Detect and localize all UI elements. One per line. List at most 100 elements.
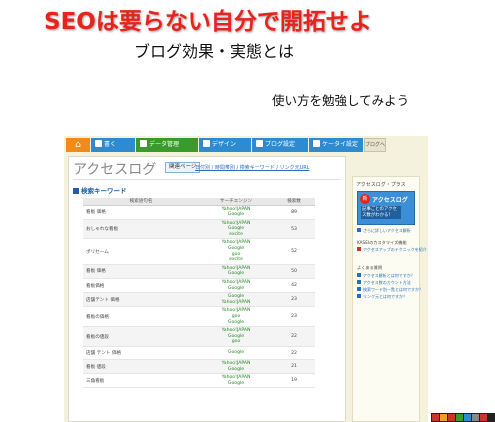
- faq-link[interactable]: リンク元とは何ですか？: [357, 294, 407, 300]
- engine-cell: Google: [199, 346, 273, 361]
- count-cell: 50: [273, 264, 315, 280]
- keyword-table: 検索語句名 サーチエンジン 検索数 看板 価格 Yahoo!JAPAN Googl…: [83, 198, 315, 389]
- engine-cell: Yahoo!JAPAN goo Google: [199, 306, 273, 328]
- keyword-cell: おしゃれな看板: [83, 219, 199, 240]
- side-panel: アクセスログ・プラス 新 アクセスログ 記事ごとのアクセス数がわかる！ さらに詳…: [352, 176, 427, 422]
- column-header: 検索語句名: [83, 198, 199, 206]
- app-icon[interactable]: [472, 414, 479, 421]
- avatar[interactable]: ブログへ: [364, 138, 386, 152]
- arrow-icon: [357, 247, 361, 251]
- engine-cell: Yahoo!JAPAN Google excite: [199, 219, 273, 240]
- customize-heading: KASEIのカスタマイズ機能: [357, 240, 407, 245]
- promo-link[interactable]: さらに詳しいアクセス解析: [357, 228, 411, 234]
- keyword-cell: 三角看板: [83, 373, 199, 389]
- app-icon[interactable]: [448, 414, 455, 421]
- arrow-icon: [357, 287, 361, 291]
- page-title: アクセスログ: [73, 162, 157, 178]
- nav-design-button[interactable]: デザイン: [199, 138, 251, 152]
- promo-body: 記事ごとのアクセス数がわかる！: [361, 206, 401, 219]
- section-heading: 検索キーワード: [73, 185, 127, 195]
- keyword-cell: 店舗 テント 価格: [83, 346, 199, 361]
- square-icon: [73, 188, 79, 194]
- table-row: 看板 値段 Yahoo!JAPAN Google 21: [83, 359, 315, 375]
- count-cell: 23: [273, 306, 315, 328]
- access-log-panel: アクセスログ 関連ページ 日付別 / 時間帯別 / 検索キーワード / リンク元…: [68, 156, 346, 422]
- engine-cell: Yahoo!JAPAN Google goo excite: [199, 238, 273, 265]
- faq-link[interactable]: アクセス数のカウント方法: [357, 280, 411, 286]
- phone-icon: [313, 140, 320, 147]
- keyword-cell: ポリセーム: [83, 238, 199, 265]
- column-header: 検索数: [273, 198, 315, 206]
- new-badge: 新: [360, 194, 370, 204]
- pencil-icon: [95, 140, 102, 147]
- table-row: 看板の値段 Yahoo!JAPAN Google goo 22: [83, 326, 315, 348]
- faq-heading: よくある質問: [357, 265, 383, 270]
- keyword-cell: 看板 価格: [83, 205, 199, 220]
- blog-admin-screenshot: ⌂ 書く データ管理 デザイン ブログ設定 ケータイ設定 ブログへ アクセスログ…: [64, 136, 428, 422]
- folder-icon: [140, 140, 147, 147]
- admin-navbar: ⌂ 書く データ管理 デザイン ブログ設定 ケータイ設定 ブログへ: [66, 138, 426, 152]
- keyword-cell: 看板価格: [83, 278, 199, 294]
- headline: SEOは要らない自分で開拓せよ: [44, 9, 372, 35]
- app-icon[interactable]: [440, 414, 447, 421]
- app-icon[interactable]: [464, 414, 471, 421]
- breadcrumb[interactable]: 日付別 / 時間帯別 / 検索キーワード / リンク元URL: [195, 164, 310, 171]
- arrow-icon: [357, 228, 361, 232]
- table-row: 店舗 テント 価格 Google 22: [83, 346, 315, 361]
- nav-blog-settings-button[interactable]: ブログ設定: [252, 138, 308, 152]
- engine-cell: Yahoo!JAPAN Google: [199, 278, 273, 294]
- engine-cell: Google Yahoo!JAPAN: [199, 292, 273, 308]
- side-title: アクセスログ・プラス: [356, 182, 406, 188]
- engine-cell: Yahoo!JAPAN Google: [199, 264, 273, 280]
- table-row: 看板 価格 Yahoo!JAPAN Google 89: [83, 205, 315, 220]
- tagline: 使い方を勉強してみよう: [272, 93, 410, 108]
- app-icon[interactable]: [456, 414, 463, 421]
- count-cell: 53: [273, 219, 315, 240]
- count-cell: 22: [273, 346, 315, 361]
- engine-cell: Yahoo!JAPAN Google: [199, 359, 273, 375]
- engine-cell: Yahoo!JAPAN Google goo: [199, 326, 273, 348]
- count-cell: 23: [273, 292, 315, 308]
- column-header: サーチエンジン: [199, 198, 273, 206]
- arrow-icon: [357, 294, 361, 298]
- table-row: 看板価格 Yahoo!JAPAN Google 42: [83, 278, 315, 294]
- nav-write-button[interactable]: 書く: [91, 138, 135, 152]
- app-icon[interactable]: [432, 414, 439, 421]
- count-cell: 21: [273, 359, 315, 375]
- keyword-cell: 看板 値段: [83, 359, 199, 375]
- table-row: 看板の価格 Yahoo!JAPAN goo Google 23: [83, 306, 315, 328]
- palette-icon: [203, 140, 210, 147]
- subtitle: ブログ効果・実態とは: [134, 42, 295, 61]
- arrow-icon: [357, 280, 361, 284]
- table-row: おしゃれな看板 Yahoo!JAPAN Google excite 53: [83, 219, 315, 240]
- count-cell: 42: [273, 278, 315, 294]
- table-header-row: 検索語句名 サーチエンジン 検索数: [83, 198, 315, 206]
- nav-data-button[interactable]: データ管理: [136, 138, 198, 152]
- home-button[interactable]: ⌂: [66, 138, 90, 152]
- count-cell: 22: [273, 326, 315, 348]
- table-row: 看板 価格 Yahoo!JAPAN Google 50: [83, 264, 315, 280]
- keyword-cell: 看板の値段: [83, 326, 199, 348]
- keyword-cell: 看板 価格: [83, 264, 199, 280]
- promo-name: アクセスログ: [372, 197, 408, 204]
- home-icon: ⌂: [75, 140, 81, 150]
- count-cell: 52: [273, 238, 315, 265]
- app-icon[interactable]: [480, 414, 487, 421]
- table-row: 三角看板 Yahoo!JAPAN Google 19: [83, 373, 315, 389]
- faq-link[interactable]: 検索ワード別一覧とは何ですか？: [357, 287, 423, 293]
- count-cell: 19: [273, 373, 315, 389]
- keyword-cell: 店舗テント 価格: [83, 292, 199, 308]
- arrow-icon: [357, 273, 361, 277]
- promo-banner[interactable]: 新 アクセスログ 記事ごとのアクセス数がわかる！: [357, 191, 415, 225]
- engine-cell: Yahoo!JAPAN Google: [199, 373, 273, 389]
- page: SEOは要らない自分で開拓せよ ブログ効果・実態とは 使い方を勉強してみよう ⌂…: [0, 0, 495, 422]
- nav-mobile-settings-button[interactable]: ケータイ設定: [309, 138, 363, 152]
- table-row: ポリセーム Yahoo!JAPAN Google goo excite 52: [83, 238, 315, 265]
- gear-icon: [256, 140, 263, 147]
- engine-cell: Yahoo!JAPAN Google: [199, 205, 273, 220]
- count-cell: 89: [273, 205, 315, 220]
- divider: [73, 179, 341, 180]
- faq-link[interactable]: アクセス解析とは何ですか？: [357, 273, 415, 279]
- customize-link[interactable]: アクセスアップのテクニックを紹介: [357, 247, 427, 253]
- table-row: 店舗テント 価格 Google Yahoo!JAPAN 23: [83, 292, 315, 308]
